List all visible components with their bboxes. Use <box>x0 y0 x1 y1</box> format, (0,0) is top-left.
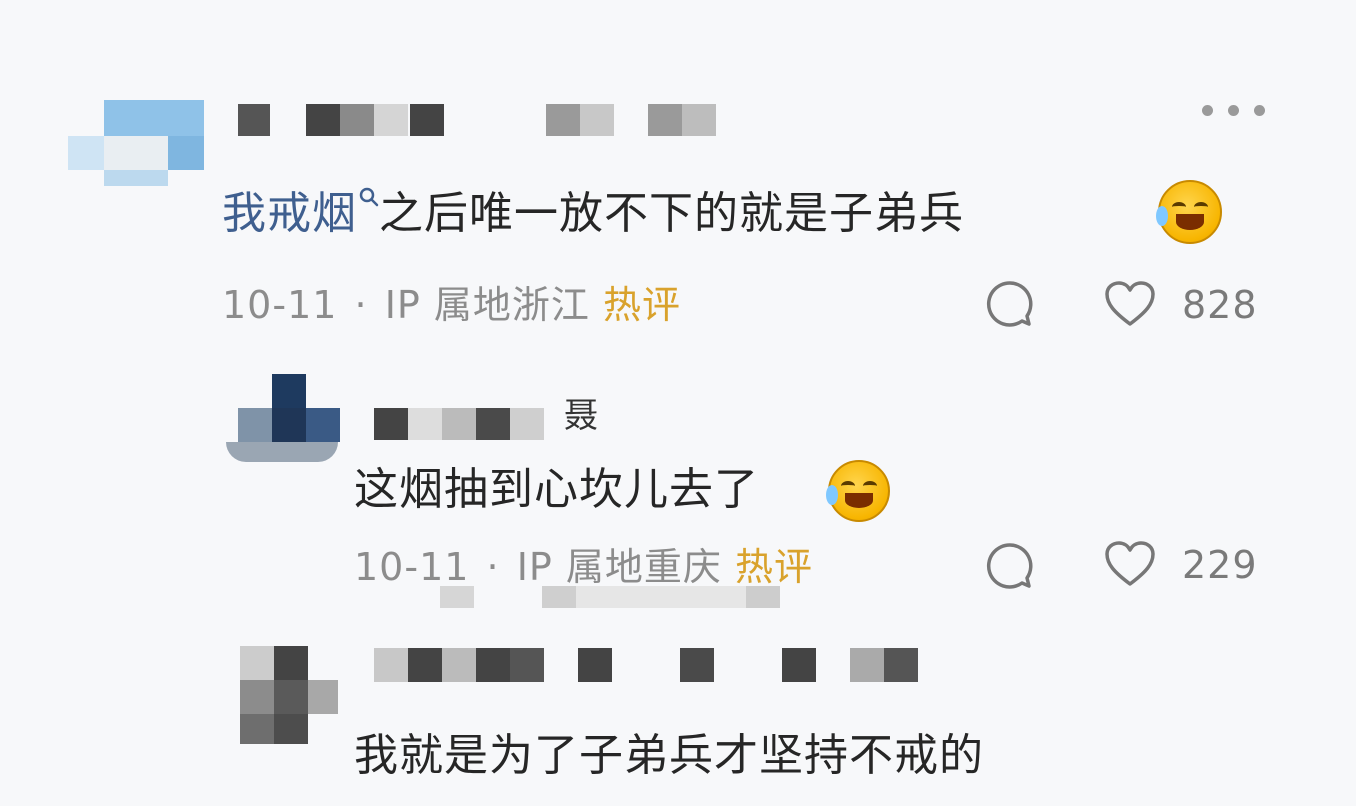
username-redacted[interactable]: 聂 <box>374 396 604 442</box>
redacted-strip <box>440 586 780 610</box>
heart-icon <box>1105 541 1155 586</box>
ip-location: IP 属地浙江 <box>384 283 590 327</box>
search-icon[interactable] <box>357 187 379 236</box>
like-button[interactable]: 229 <box>1104 540 1264 590</box>
avatar[interactable] <box>222 374 342 464</box>
comment-text-content: 这烟抽到心坎儿去了 <box>354 464 759 515</box>
comment-text: 这烟抽到心坎儿去了 <box>354 468 759 512</box>
laugh-cry-emoji <box>1156 180 1222 244</box>
comment-bubble-icon[interactable] <box>984 278 1036 330</box>
more-dots-icon[interactable] <box>1198 102 1270 118</box>
ip-location: IP 属地重庆 <box>516 545 722 589</box>
avatar[interactable] <box>68 100 204 190</box>
comment-bubble-icon[interactable] <box>984 540 1036 592</box>
search-link-text[interactable]: 我戒烟 <box>222 188 357 239</box>
comment-text: 我戒烟 之后唯一放不下的就是子弟兵 <box>222 187 964 236</box>
comment-3: 我就是为了子弟兵才坚持不戒的 <box>0 620 1356 806</box>
meta-separator: · <box>354 283 368 327</box>
username-redacted[interactable] <box>238 104 718 138</box>
laugh-cry-emoji <box>826 460 890 522</box>
comment-1: 我戒烟 之后唯一放不下的就是子弟兵 10-11 · IP 属地浙江 热评 828 <box>0 0 1356 340</box>
comment-text-content: 我就是为了子弟兵才坚持不戒的 <box>354 730 984 781</box>
like-button[interactable]: 828 <box>1104 280 1264 330</box>
avatar[interactable] <box>240 646 340 746</box>
meta-separator: · <box>486 545 500 589</box>
like-count: 229 <box>1182 543 1258 587</box>
comment-2: 聂 这烟抽到心坎儿去了 10-11 · IP 属地重庆 热评 229 <box>0 340 1356 620</box>
comment-date: 10-11 <box>222 283 338 327</box>
comment-meta: 10-11 · IP 属地浙江 热评 <box>222 286 681 324</box>
comment-meta: 10-11 · IP 属地重庆 热评 <box>354 548 813 586</box>
username-redacted[interactable] <box>374 648 934 686</box>
comment-text: 我就是为了子弟兵才坚持不戒的 <box>354 734 984 778</box>
comment-text-rest: 之后唯一放不下的就是子弟兵 <box>379 188 964 239</box>
like-count: 828 <box>1182 283 1258 327</box>
comment-date: 10-11 <box>354 545 470 589</box>
heart-icon <box>1105 281 1155 326</box>
hot-badge: 热评 <box>735 545 814 589</box>
username-visible-char: 聂 <box>564 396 598 436</box>
hot-badge: 热评 <box>603 283 682 327</box>
